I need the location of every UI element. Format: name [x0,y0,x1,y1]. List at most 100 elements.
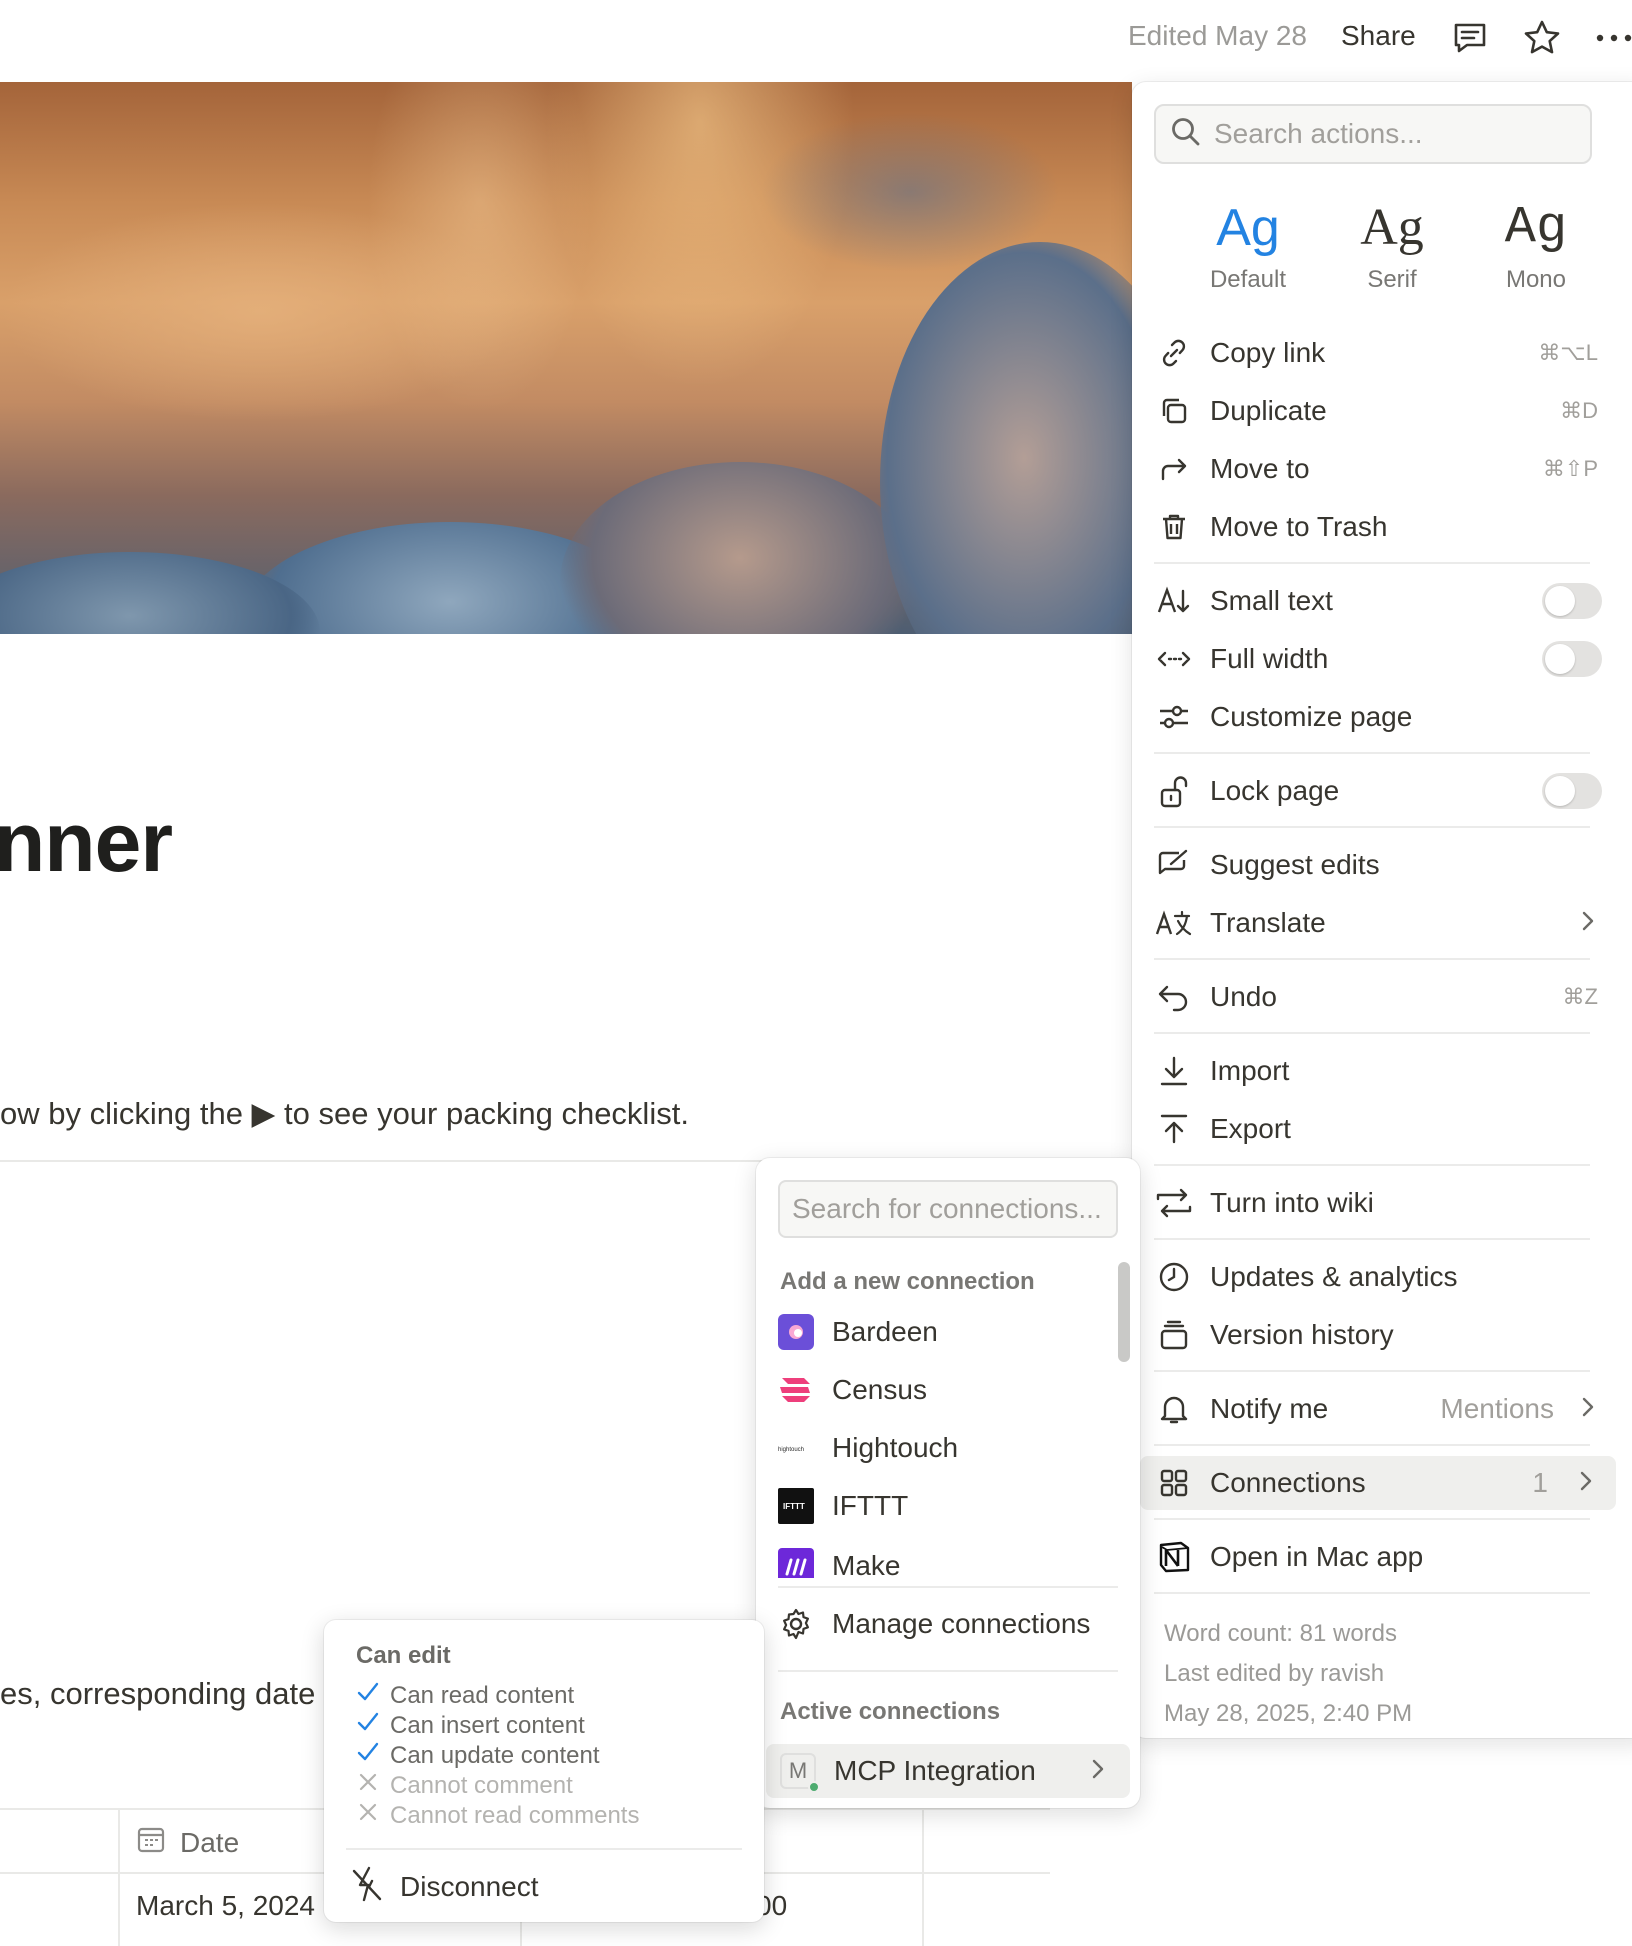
share-button[interactable]: Share [1341,20,1416,52]
grid-icon [1154,1463,1194,1503]
lock-page-toggle[interactable] [1542,773,1602,809]
turn-into-wiki-item[interactable]: Turn into wiki [1154,1176,1604,1230]
connection-census[interactable]: Census [778,1364,1118,1416]
connection-bardeen[interactable]: Bardeen [778,1306,1118,1358]
disconnect-button[interactable]: Disconnect [350,1862,539,1912]
lock-page-item[interactable]: Lock page [1154,764,1604,818]
font-mono-option[interactable]: Ag Mono [1466,192,1606,294]
check-icon [356,1740,380,1771]
item-label: Move to [1210,453,1310,484]
connections-submenu: Add a new connection Bardeen Census high… [756,1158,1140,1808]
undo-item[interactable]: Undo ⌘Z [1154,970,1604,1024]
duplicate-item[interactable]: Duplicate ⌘D [1154,384,1604,438]
full-width-item[interactable]: Full width [1154,632,1604,686]
sliders-icon [1154,697,1194,737]
chevron-right-icon [1578,1395,1598,1424]
small-text-toggle[interactable] [1542,583,1602,619]
item-label: Copy link [1210,337,1326,368]
font-label: Serif [1367,266,1417,293]
connection-hightouch[interactable]: hightouch Hightouch [778,1422,1118,1474]
duplicate-icon [1154,391,1194,431]
updates-analytics-item[interactable]: Updates & analytics [1154,1250,1604,1304]
unplug-icon [350,1865,384,1910]
search-actions-field[interactable] [1154,104,1592,164]
full-width-toggle[interactable] [1542,641,1602,677]
permission-row: Cannot read comments [356,1800,639,1831]
small-text-item[interactable]: Small text [1154,574,1604,628]
menu-divider [1154,958,1590,960]
connections-scrollbar[interactable] [1118,1262,1130,1362]
export-item[interactable]: Export [1154,1102,1604,1156]
connection-make[interactable]: Make [778,1538,1118,1578]
item-label: Customize page [1210,701,1413,732]
version-history-item[interactable]: Version history [1154,1308,1604,1362]
menu-divider [1154,562,1590,564]
clock-icon [1154,1257,1194,1297]
notify-me-item[interactable]: Notify me Mentions [1154,1382,1604,1436]
open-in-mac-app-item[interactable]: Open in Mac app [1154,1530,1604,1584]
item-label: Open in Mac app [1210,1541,1424,1572]
customize-page-item[interactable]: Customize page [1154,690,1604,744]
comment-icon[interactable] [1450,18,1490,58]
font-label: Default [1209,266,1287,293]
permission-label: Can insert content [390,1711,585,1739]
connection-label: Bardeen [832,1316,938,1347]
item-label: Version history [1210,1319,1394,1350]
item-label: Full width [1210,643,1329,674]
active-connections-header: Active connections [780,1698,1001,1725]
item-label: Turn into wiki [1210,1187,1374,1218]
search-actions-input[interactable] [1214,118,1574,150]
font-sample: Ag [1504,198,1568,257]
more-icon[interactable] [1594,18,1632,58]
item-label: Lock page [1210,775,1340,806]
table-cell-date[interactable]: March 5, 2024 [136,1890,315,1922]
page-title: nner [0,795,173,889]
svg-text:hightouch: hightouch [778,1447,804,1453]
star-icon[interactable] [1522,18,1562,58]
move-to-item[interactable]: Move to ⌘⇧P [1154,442,1604,496]
chevron-right-icon [1088,1757,1108,1786]
menu-divider [1154,1032,1590,1034]
search-connections-input[interactable] [792,1193,1112,1225]
x-icon [356,1800,380,1831]
font-default-option[interactable]: Ag Default [1178,192,1318,294]
upload-icon [1154,1109,1194,1149]
import-item[interactable]: Import [1154,1044,1604,1098]
shortcut-hint: ⌘⇧P [1542,456,1598,481]
item-label: Suggest edits [1210,849,1380,880]
permission-label: Can read content [390,1681,575,1709]
trash-icon [1154,507,1194,547]
suggest-edits-item[interactable]: Suggest edits [1154,838,1604,892]
page-text-line: ow by clicking the ▶ to see your packing… [0,1096,689,1131]
item-label: Undo [1210,981,1277,1012]
translate-item[interactable]: Translate [1154,896,1604,950]
make-logo-icon [778,1548,814,1578]
ifttt-logo-icon: IFTTT [778,1488,814,1524]
table-header-date[interactable]: Date [136,1824,239,1861]
suggest-edit-icon [1154,845,1194,885]
search-connections-field[interactable] [778,1180,1118,1238]
active-connection-mcp[interactable]: M MCP Integration [766,1744,1130,1798]
connections-item[interactable]: Connections 1 [1140,1456,1616,1510]
table-column-divider [118,1808,120,1946]
font-serif-option[interactable]: Ag Serif [1322,192,1462,294]
bardeen-logo-icon [778,1314,814,1350]
copy-link-item[interactable]: Copy link ⌘⌥L [1154,326,1604,380]
connection-label: Census [832,1374,927,1405]
link-icon [1154,333,1194,373]
item-label: Updates & analytics [1210,1261,1458,1292]
move-to-trash-item[interactable]: Move to Trash [1154,500,1604,554]
menu-divider [778,1670,1118,1672]
manage-connections-item[interactable]: Manage connections [778,1598,1118,1650]
last-edited-timestamp: May 28, 2025, 2:40 PM [1164,1700,1413,1727]
permission-row: Can read content [356,1680,574,1711]
hightouch-logo-icon: hightouch [778,1430,814,1466]
connection-ifttt[interactable]: IFTTT IFTTT [778,1480,1118,1532]
menu-divider [1154,752,1590,754]
search-icon [1170,116,1202,153]
item-label: Translate [1210,907,1326,938]
svg-text:IFTTT: IFTTT [783,1502,805,1511]
check-icon [356,1710,380,1741]
item-label: Move to Trash [1210,511,1388,542]
permission-label: Cannot comment [390,1771,573,1799]
